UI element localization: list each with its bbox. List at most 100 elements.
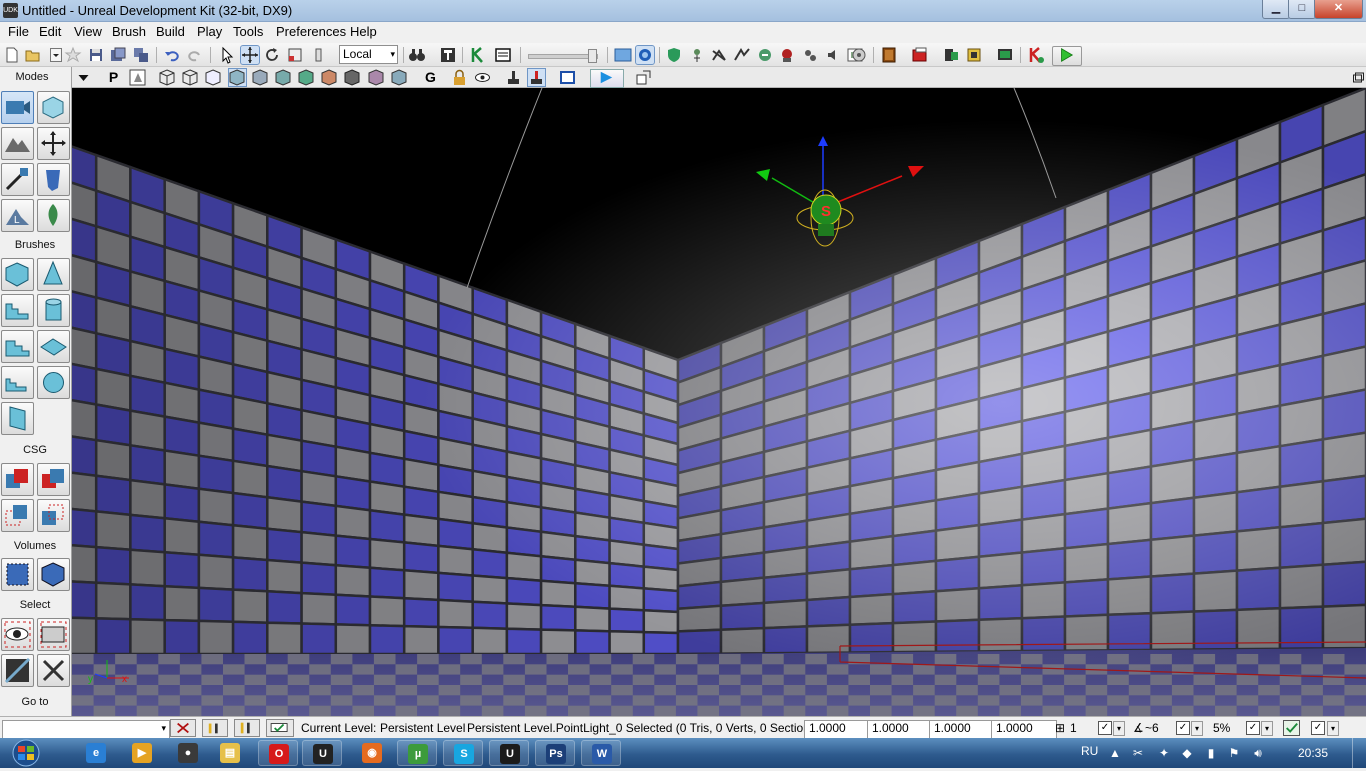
tray-scissors-icon[interactable]: ✂ bbox=[1131, 746, 1145, 760]
save-as-icon[interactable] bbox=[109, 46, 127, 64]
level-scene[interactable]: S y x bbox=[72, 88, 1366, 716]
camera-speed-slider[interactable] bbox=[528, 49, 598, 63]
menu-help[interactable]: Help bbox=[346, 24, 381, 39]
taskbar-utorrent-button[interactable]: µ bbox=[397, 740, 437, 766]
rotate-mode-icon[interactable] bbox=[263, 46, 281, 64]
cube-brush-button[interactable] bbox=[1, 258, 34, 291]
build-geometry-icon[interactable] bbox=[911, 46, 929, 64]
shield-green-icon[interactable] bbox=[665, 46, 683, 64]
taskbar-udk-editor-button[interactable]: U bbox=[489, 740, 529, 766]
maximize-button[interactable]: □ bbox=[1288, 0, 1316, 19]
binoculars-find-icon[interactable] bbox=[408, 46, 426, 64]
autosave-checkbox[interactable]: ✓ bbox=[1311, 721, 1325, 735]
menu-file[interactable]: File bbox=[4, 24, 33, 39]
taskbar-game-controller-button[interactable]: ● bbox=[168, 740, 208, 766]
brush-wireframe-icon[interactable] bbox=[159, 69, 176, 86]
tray-app-icon[interactable]: ✦ bbox=[1157, 746, 1171, 760]
mesh-paint-mode-button[interactable] bbox=[37, 163, 70, 196]
drag-value-w[interactable]: 1.0000 bbox=[991, 720, 1057, 739]
sheet-brush-button[interactable] bbox=[37, 330, 70, 363]
realtime-preview-icon[interactable] bbox=[635, 45, 655, 65]
kismet-k-icon[interactable] bbox=[469, 46, 487, 64]
invert-selection-button[interactable] bbox=[1, 654, 34, 687]
menu-play[interactable]: Play bbox=[193, 24, 226, 39]
menu-view[interactable]: View bbox=[70, 24, 106, 39]
static-mesh-icon[interactable] bbox=[756, 46, 774, 64]
particle-icon[interactable] bbox=[850, 46, 868, 64]
scale-snap-dropdown[interactable]: ▾ bbox=[1261, 721, 1273, 736]
start-orb-icon[interactable] bbox=[6, 738, 46, 768]
lock-icon[interactable] bbox=[451, 69, 468, 86]
move-mode-button[interactable] bbox=[37, 127, 70, 160]
add-volume-button[interactable] bbox=[1, 558, 34, 591]
tray-antivirus-icon[interactable]: ◆ bbox=[1180, 746, 1194, 760]
content-browser-icon[interactable] bbox=[614, 46, 632, 64]
restore-viewport-icon[interactable] bbox=[1350, 69, 1364, 86]
play-in-viewport-button[interactable] bbox=[590, 69, 624, 88]
drag-grid-toggle[interactable] bbox=[170, 719, 196, 737]
menu-brush[interactable]: Brush bbox=[108, 24, 150, 39]
lightmap-density-view-icon[interactable] bbox=[368, 69, 385, 86]
clock[interactable]: 20:35 bbox=[1298, 746, 1328, 760]
curved-stair-brush-button[interactable] bbox=[1, 294, 34, 327]
play-in-editor-button[interactable] bbox=[1052, 46, 1082, 66]
light-complexity-view-icon[interactable] bbox=[298, 69, 315, 86]
menu-tools[interactable]: Tools bbox=[229, 24, 267, 39]
scale-nonuniform-icon[interactable] bbox=[309, 46, 327, 64]
kismet-tool-icon[interactable] bbox=[439, 46, 457, 64]
taskbar-firefox-button[interactable]: ◉ bbox=[352, 740, 392, 766]
open-folder-icon[interactable] bbox=[24, 46, 42, 64]
build-lighting-icon[interactable] bbox=[942, 46, 960, 64]
taskbar-skype-button[interactable]: S bbox=[443, 740, 483, 766]
texture-density-view-icon[interactable] bbox=[321, 69, 338, 86]
cylinder-brush-button[interactable] bbox=[37, 294, 70, 327]
translate-mode-icon[interactable] bbox=[240, 45, 260, 65]
snap-vertices-toggle[interactable] bbox=[234, 719, 260, 737]
volume-cube-button[interactable] bbox=[37, 558, 70, 591]
viewport-options-dropdown-icon[interactable] bbox=[75, 69, 89, 86]
cone-brush-button[interactable] bbox=[37, 258, 70, 291]
volume-icon[interactable]: 🔊︎ bbox=[1251, 746, 1265, 760]
redo-icon[interactable] bbox=[186, 46, 204, 64]
show-desktop-button[interactable] bbox=[1352, 738, 1366, 768]
save-icon[interactable] bbox=[87, 46, 105, 64]
grid-snap-checkbox[interactable]: ✓ bbox=[1098, 721, 1112, 735]
taskbar-photoshop-button[interactable]: Ps bbox=[535, 740, 575, 766]
menu-build[interactable]: Build bbox=[152, 24, 189, 39]
spiral-stair-brush-button[interactable] bbox=[1, 366, 34, 399]
perspective-viewport[interactable]: S y x bbox=[72, 88, 1366, 716]
taskbar-internet-explorer-button[interactable]: e bbox=[76, 740, 116, 766]
udk-app-icon[interactable]: UDK bbox=[3, 3, 18, 18]
soundcue-icon[interactable] bbox=[824, 46, 842, 64]
drag-value-x[interactable]: 1.0000 bbox=[804, 720, 870, 739]
sphere-brush-button[interactable] bbox=[37, 366, 70, 399]
autosave-toggle[interactable] bbox=[1283, 720, 1300, 736]
drag-value-y[interactable]: 1.0000 bbox=[867, 720, 933, 739]
show-all-button[interactable] bbox=[37, 654, 70, 687]
open-recent-dropdown-icon[interactable] bbox=[47, 46, 62, 64]
rotation-snap-checkbox[interactable]: ✓ bbox=[1176, 721, 1190, 735]
linear-stair-brush-button[interactable] bbox=[1, 330, 34, 363]
close-button[interactable]: ✕ bbox=[1314, 0, 1363, 19]
build-paths-icon[interactable] bbox=[965, 46, 983, 64]
csg-intersect-button[interactable] bbox=[1, 499, 34, 532]
matinee-icon[interactable] bbox=[494, 46, 512, 64]
csg-add-button[interactable] bbox=[1, 463, 34, 496]
undo-icon[interactable] bbox=[163, 46, 181, 64]
viewport-type-icon[interactable] bbox=[129, 69, 146, 86]
physics-asset-icon[interactable] bbox=[801, 46, 819, 64]
slider-thumb[interactable] bbox=[588, 49, 597, 63]
save-all-icon[interactable] bbox=[132, 46, 150, 64]
landscape-mode-button[interactable]: L bbox=[1, 199, 34, 232]
game-view-icon[interactable] bbox=[505, 69, 522, 86]
level-combo[interactable]: ▾ bbox=[2, 720, 170, 739]
show-hidden-icons-icon[interactable]: ▲ bbox=[1108, 746, 1122, 760]
action-center-flag-icon[interactable]: ⚑ bbox=[1227, 746, 1241, 760]
terrain-mode-button[interactable] bbox=[1, 127, 34, 160]
minimize-button[interactable]: ▁ bbox=[1262, 0, 1290, 19]
scale-mode-icon[interactable] bbox=[286, 46, 304, 64]
menu-preferences[interactable]: Preferences bbox=[272, 24, 350, 39]
new-file-icon[interactable] bbox=[3, 46, 21, 64]
actor-classes-icon[interactable] bbox=[688, 46, 706, 64]
kismet-graph-icon[interactable] bbox=[710, 46, 728, 64]
